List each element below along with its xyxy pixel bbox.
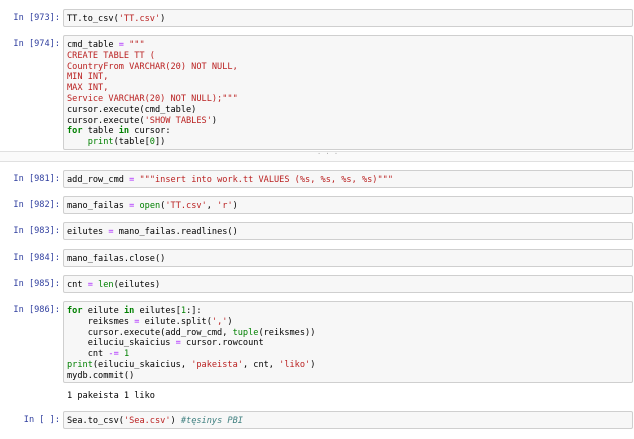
code-input-area[interactable]: cmd_table = """ CREATE TABLE TT (CountryF… [63,35,633,150]
code-line: cmd_table = """ [67,40,145,50]
input-prompt: In [973]: [13,13,60,23]
input-prompt: In [984]: [13,253,60,263]
code-line: Service VARCHAR(20) NOT NULL);""" [67,93,238,104]
code-line: cursor.execute(cmd_table) [67,104,197,115]
code-line: for eilute in eilutes[1:]: [67,306,202,316]
code-input-area[interactable]: mano_failas = open('TT.csv', 'r') [63,196,633,214]
code-input-area[interactable]: mano_failas.close() [63,249,633,267]
code-input-area[interactable]: for eilute in eilutes[1:]: reiksmes = ei… [63,301,633,383]
input-prompt: In [982]: [13,200,60,210]
code-input-area[interactable]: Sea.to_csv('Sea.csv') #tęsinys PBI [63,411,633,429]
input-prompt: In [983]: [13,226,60,236]
code-line: print(table[0]) [87,137,166,148]
code-line: print(eiluciu_skaicius, 'pakeista', cnt,… [67,359,316,370]
code-line: cursor.execute('SHOW TABLES') [67,115,218,126]
input-prompt: In [985]: [13,279,60,289]
code-line: eiluciu_skaicius = cursor.rowcount [67,338,264,349]
code-line: mydb.commit() [67,370,135,381]
input-prompt: In [ ]: [23,415,60,425]
code-line: mano_failas = open('TT.csv', 'r') [67,201,238,211]
code-line: cursor.execute(add_row_cmd, tuple(reiksm… [67,327,316,338]
collapsed-marker: · · · [317,150,339,158]
code-line: reiksmes = eilute.split(',') [67,316,233,327]
code-line: Sea.to_csv('Sea.csv') #tęsinys PBI [67,416,243,426]
code-line: TT.to_csv('TT.csv') [67,14,166,24]
input-prompt: In [981]: [13,174,60,184]
code-input-area[interactable]: TT.to_csv('TT.csv') [63,9,633,27]
code-line: CREATE TABLE TT ( [67,50,155,61]
code-line: add_row_cmd = """insert into work.tt VAL… [67,175,393,185]
input-prompt: In [974]: [13,39,60,49]
code-line: MIN INT, [67,72,109,83]
code-line: for table in cursor: [67,126,171,137]
code-input-area[interactable]: add_row_cmd = """insert into work.tt VAL… [63,170,633,188]
code-line: cnt -= 1 [67,349,130,360]
code-line: cnt = len(eilutes) [67,280,161,290]
code-line: MAX INT, [67,83,109,94]
code-line: CountryFrom VARCHAR(20) NOT NULL, [67,61,238,72]
input-prompt: In [986]: [13,305,60,315]
cell-output: 1 pakeista 1 liko [67,391,155,401]
collapsed-cells-divider[interactable]: · · · [0,150,634,162]
code-input-area[interactable]: eilutes = mano_failas.readlines() [63,222,633,240]
code-input-area[interactable]: cnt = len(eilutes) [63,275,633,293]
code-line: mano_failas.close() [67,254,166,264]
code-line: eilutes = mano_failas.readlines() [67,227,238,237]
